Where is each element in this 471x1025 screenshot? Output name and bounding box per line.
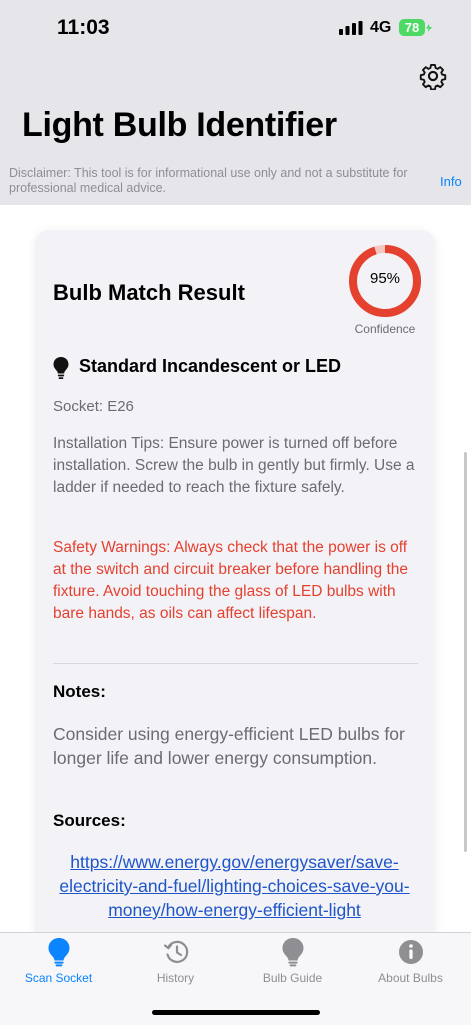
info-icon [399,940,423,964]
gear-icon[interactable] [419,62,447,90]
network-type: 4G [370,19,392,36]
result-title: Bulb Match Result [53,280,245,305]
scrollbar[interactable] [464,452,467,852]
tab-label: About Bulbs [378,971,443,985]
safety-warnings: Safety Warnings: Always check that the p… [53,539,408,622]
source-link[interactable]: https://www.energy.gov/energysaver/save-… [47,850,422,922]
lightbulb-icon [282,938,304,967]
notes-heading: Notes: [53,682,106,701]
sources-heading: Sources: [53,811,126,830]
tab-label: Scan Socket [24,971,93,985]
app-header: 11:03 4G 78 Light Bulb Identifier Discla… [0,0,471,205]
confidence-value: 95% [369,270,401,287]
cellular-signal-icon [339,21,363,35]
installation-tips: Installation Tips: Ensure power is turne… [53,435,415,496]
socket-type: Socket: E26 [53,398,134,415]
confidence-label: Confidence [354,322,416,336]
battery-icon: 78 [399,19,425,36]
bulb-type: Standard Incandescent or LED [79,356,342,376]
lightbulb-icon [48,938,70,967]
info-button[interactable]: Info [440,174,462,189]
tab-bulb-guide[interactable]: Bulb Guide [234,933,351,993]
tab-label: History [156,971,195,985]
divider [53,663,418,664]
tab-history[interactable]: History [117,933,234,993]
history-icon [163,940,189,964]
tab-scan-socket[interactable]: Scan Socket [0,933,117,993]
tab-label: Bulb Guide [262,971,323,985]
disclaimer-text: Disclaimer: This tool is for information… [9,166,408,195]
result-card: Bulb Match Result 95% Confidence Standar… [35,230,435,950]
tab-about-bulbs[interactable]: About Bulbs [352,933,469,993]
page-title: Light Bulb Identifier [22,106,337,144]
battery-charging-icon [426,24,432,32]
status-time: 11:03 [57,16,110,39]
notes-text: Consider using energy-efficient LED bulb… [53,724,405,768]
home-indicator [152,1010,320,1015]
lightbulb-icon [53,357,69,379]
